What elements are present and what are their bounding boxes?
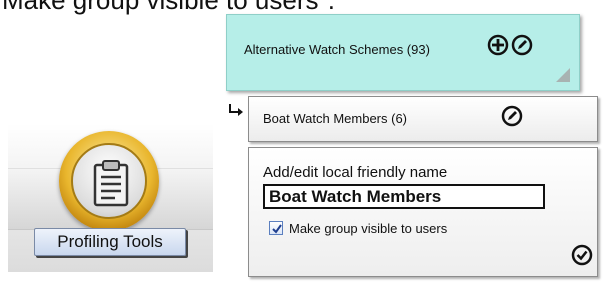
profiling-tools-label[interactable]: Profiling Tools [34, 228, 186, 256]
boat-watch-members-panel[interactable]: Boat Watch Members (6) [248, 96, 598, 142]
check-circle-icon[interactable] [571, 244, 593, 266]
add-circle-icon[interactable] [487, 34, 509, 56]
child-arrow-icon [229, 104, 243, 116]
checkmark-icon [272, 224, 282, 234]
edit-pencil-icon[interactable] [501, 105, 523, 127]
schemes-title: Alternative Watch Schemes (93) [244, 42, 430, 57]
clipboard-icon [93, 160, 129, 207]
edit-name-panel: Add/edit local friendly name Boat Watch … [248, 147, 598, 277]
visible-checkbox[interactable] [269, 221, 283, 235]
resize-handle[interactable] [556, 68, 570, 82]
profiling-tools-badge [59, 131, 159, 231]
visible-checkbox-label[interactable]: Make group visible to users [289, 221, 447, 236]
alternative-watch-schemes-panel[interactable]: Alternative Watch Schemes (93) [226, 14, 580, 91]
members-actions [501, 105, 523, 127]
schemes-actions [487, 34, 533, 56]
edit-pencil-icon[interactable] [511, 34, 533, 56]
members-title: Boat Watch Members (6) [263, 111, 408, 126]
badge-inner [71, 143, 147, 219]
friendly-name-label: Add/edit local friendly name [263, 164, 448, 181]
profiling-tools-tile[interactable]: Profiling Tools [8, 124, 213, 272]
friendly-name-input[interactable]: Boat Watch Members [263, 184, 545, 209]
